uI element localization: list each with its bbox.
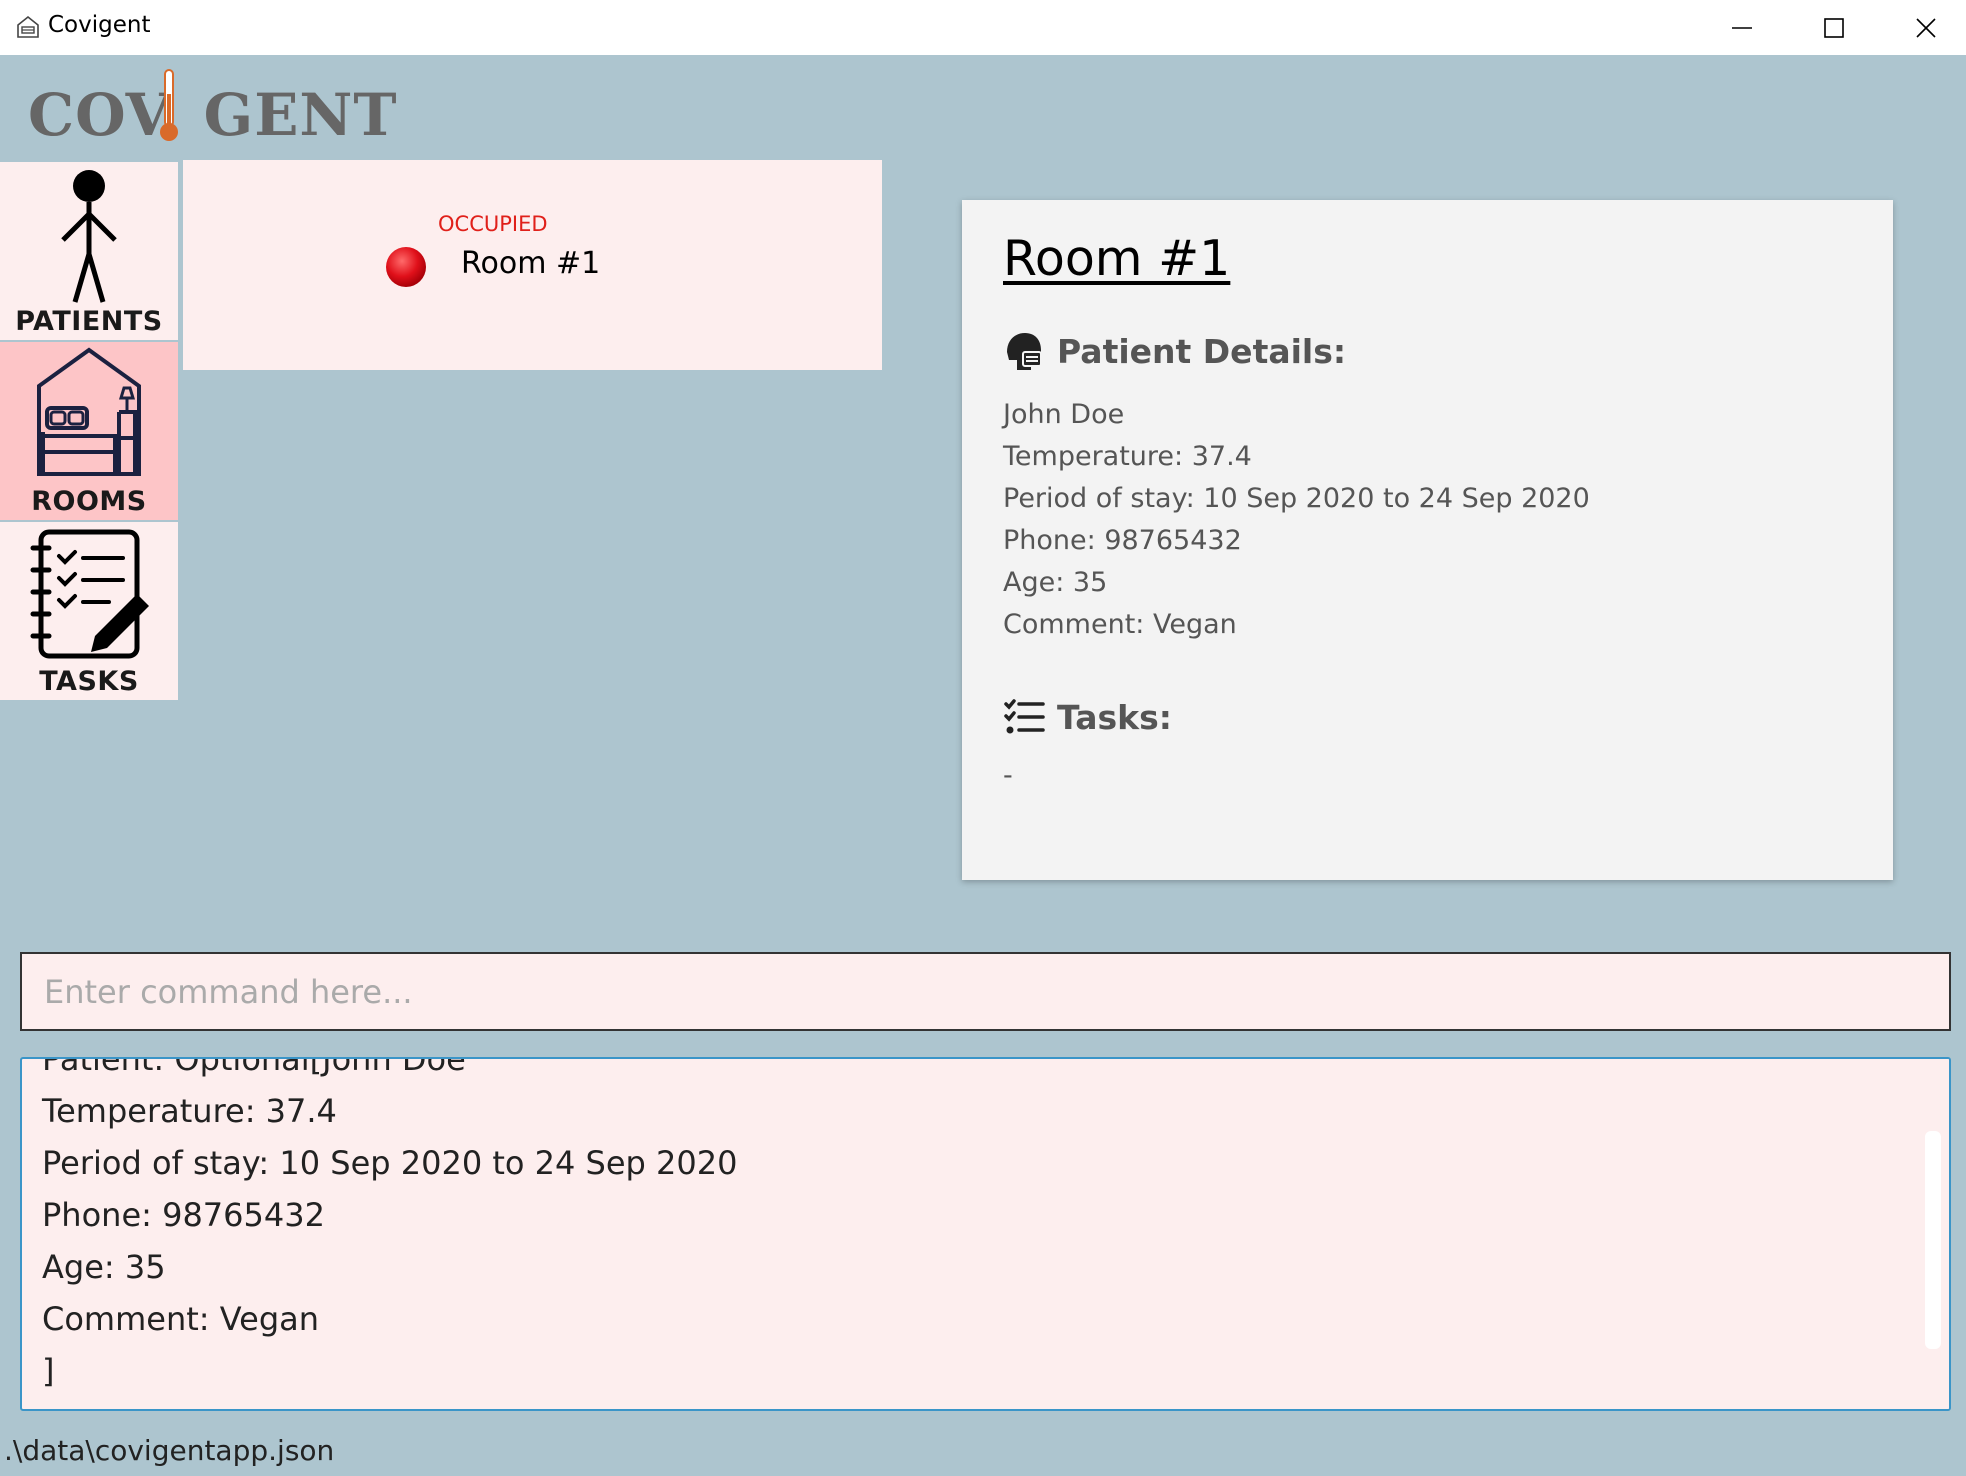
- status-bar-path: .\data\covigentapp.json: [4, 1434, 335, 1467]
- minimize-button[interactable]: [1696, 0, 1788, 55]
- close-button[interactable]: [1880, 0, 1966, 55]
- patient-age: Age: 35: [1003, 567, 1108, 598]
- patient-details-list: John Doe Temperature: 37.4 Period of sta…: [1003, 394, 1590, 646]
- sidebar-item-tasks[interactable]: TASKS: [0, 522, 178, 700]
- room-name: Room #1: [461, 246, 601, 281]
- bed-icon: [17, 15, 39, 38]
- tasks-value: -: [1003, 760, 1013, 791]
- close-icon: [1916, 17, 1936, 38]
- thermometer-icon: [160, 69, 178, 141]
- logo-text: COV GENT: [28, 81, 398, 149]
- status-dot-icon: [386, 247, 426, 287]
- window-title-bar: Covigent: [0, 0, 1966, 55]
- bedroom-icon: [37, 347, 141, 476]
- patient-phone: Phone: 98765432: [1003, 525, 1242, 556]
- minimize-icon: [1732, 26, 1752, 29]
- app-logo: COV GENT: [28, 68, 397, 148]
- tasks-heading: Tasks:: [1003, 696, 1172, 738]
- window-title: Covigent: [48, 12, 151, 38]
- patient-period-of-stay: Period of stay: 10 Sep 2020 to 24 Sep 20…: [1003, 483, 1590, 514]
- result-display[interactable]: Patient: Optional[John Doe Temperature: …: [20, 1057, 1951, 1411]
- result-scrollbar[interactable]: [1919, 1059, 1949, 1409]
- sidebar-item-patients[interactable]: PATIENTS: [0, 162, 178, 340]
- tasks-heading-text: Tasks:: [1057, 697, 1172, 737]
- result-line: Period of stay: 10 Sep 2020 to 24 Sep 20…: [42, 1144, 738, 1182]
- command-box: [20, 952, 1951, 1031]
- result-line: Comment: Vegan: [42, 1300, 320, 1338]
- sidebar-item-label: TASKS: [39, 666, 139, 697]
- patient-details-heading: Patient Details:: [1003, 330, 1346, 372]
- sidebar-item-label: ROOMS: [31, 486, 147, 517]
- result-line: Tasks:: [42, 1397, 737, 1409]
- result-line: Patient: Optional[John Doe: [42, 1057, 466, 1078]
- maximize-button[interactable]: [1788, 0, 1880, 55]
- result-line: Phone: 98765432: [42, 1196, 325, 1234]
- room-detail-panel: Room #1 Patient Details: John Doe Temper…: [962, 200, 1893, 880]
- patient-temperature: Temperature: 37.4: [1003, 441, 1252, 472]
- scrollbar-thumb[interactable]: [1925, 1131, 1941, 1349]
- patient-mask-icon: [1007, 333, 1042, 370]
- result-text: Patient: Optional[John Doe Temperature: …: [42, 1057, 738, 1409]
- sidebar-item-label: PATIENTS: [15, 306, 163, 337]
- room-list-item[interactable]: OCCUPIED Room #1: [183, 160, 882, 370]
- checklist-icon: [30, 529, 149, 659]
- detail-title: Room #1: [1003, 230, 1231, 287]
- room-status-label: OCCUPIED: [438, 212, 548, 236]
- command-input[interactable]: [22, 954, 1949, 1029]
- result-line: Age: 35: [42, 1248, 166, 1286]
- patient-comment: Comment: Vegan: [1003, 609, 1237, 640]
- maximize-icon: [1824, 17, 1844, 38]
- result-line: ]: [42, 1352, 55, 1390]
- patient-details-heading-text: Patient Details:: [1057, 331, 1347, 371]
- sidebar-item-rooms[interactable]: ROOMS: [0, 342, 178, 520]
- result-line: Temperature: 37.4: [42, 1092, 337, 1130]
- patient-name: John Doe: [1003, 399, 1125, 430]
- person-icon: [61, 170, 117, 303]
- task-list-icon: [1004, 699, 1045, 734]
